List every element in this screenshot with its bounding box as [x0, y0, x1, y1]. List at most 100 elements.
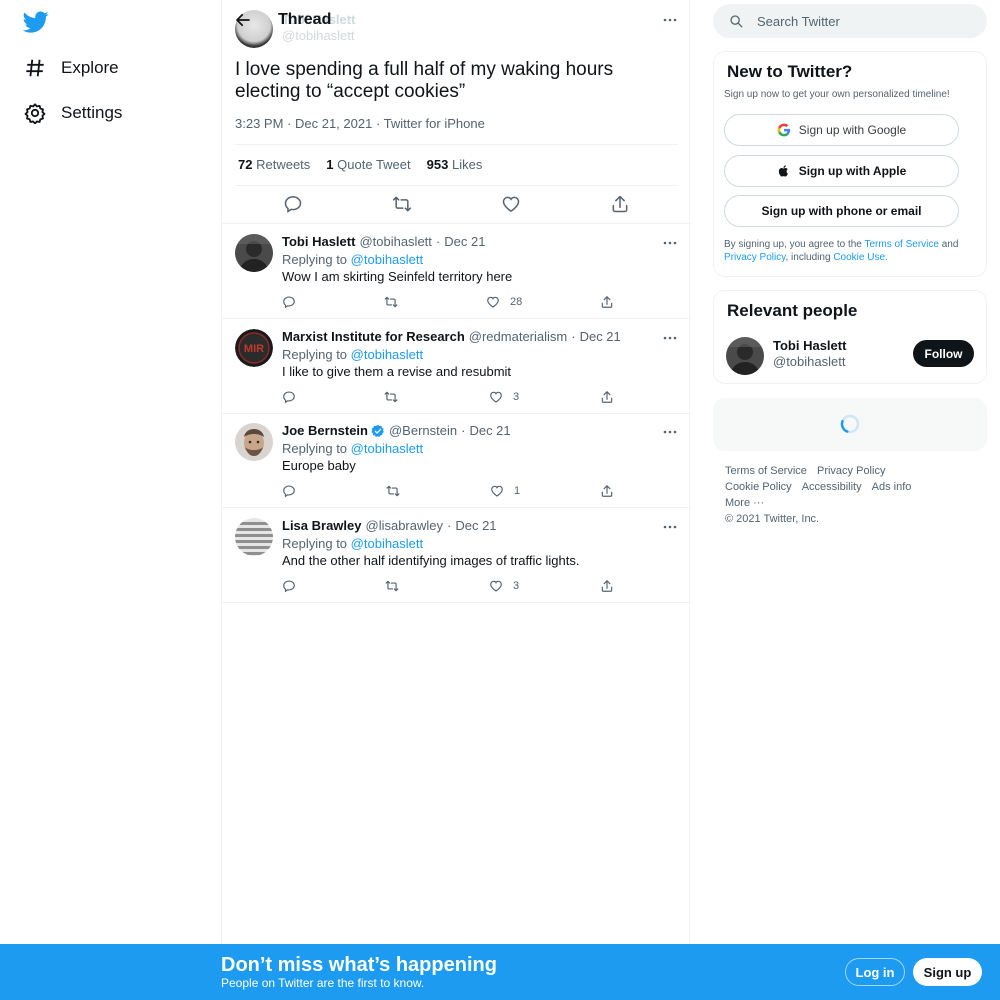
more-options-icon[interactable]	[662, 519, 678, 535]
bottom-bar-title: Don’t miss what’s happening	[221, 954, 497, 976]
signup-button[interactable]: Sign up	[913, 958, 982, 986]
reply-date[interactable]: Dec 21	[455, 518, 496, 533]
login-button[interactable]: Log in	[845, 958, 905, 986]
share-icon[interactable]	[600, 483, 614, 499]
like-icon[interactable]	[501, 194, 521, 214]
nav-explore[interactable]: Explore	[24, 53, 119, 83]
avatar[interactable]	[235, 234, 273, 272]
avatar[interactable]: MIR	[235, 329, 273, 367]
replying-to: Replying to @tobihaslett	[282, 347, 423, 362]
likes-count: 953	[426, 157, 449, 172]
retweet-icon[interactable]	[386, 483, 400, 499]
reply-date[interactable]: Dec 21	[580, 329, 621, 344]
quotes-stat[interactable]: 1 Quote Tweet	[326, 157, 410, 172]
separator-dot: ·	[571, 329, 576, 344]
reply-item[interactable]: Joe Bernstein @Bernstein · Dec 21 Replyi…	[222, 413, 691, 508]
footer-more-link[interactable]: More ···	[725, 495, 764, 511]
retweet-icon[interactable]	[392, 194, 412, 214]
nav-settings[interactable]: Settings	[24, 98, 122, 128]
reply-text: I like to give them a revise and resubmi…	[282, 364, 512, 379]
divider	[235, 185, 678, 186]
tweet-actions	[222, 194, 691, 216]
person-name[interactable]: Tobi Haslett	[773, 338, 846, 353]
footer-ads-link[interactable]: Ads info	[872, 479, 912, 495]
google-icon	[777, 123, 790, 137]
tweet-source[interactable]: Twitter for iPhone	[384, 116, 485, 131]
footer-cookie-link[interactable]: Cookie Policy	[725, 479, 792, 495]
replying-to: Replying to @tobihaslett	[282, 536, 423, 551]
reply-icon[interactable]	[282, 483, 296, 499]
right-sidebar: New to Twitter? Sign up now to get your …	[690, 0, 1000, 944]
like-button[interactable]: 3	[489, 389, 519, 405]
like-icon	[490, 391, 502, 403]
reply-icon[interactable]	[283, 194, 303, 214]
signup-google-button[interactable]: Sign up with Google	[724, 114, 959, 146]
reply-item[interactable]: Tobi Haslett @tobihaslett · Dec 21 Reply…	[222, 224, 691, 319]
twitter-logo-icon[interactable]	[23, 9, 49, 35]
privacy-link[interactable]: Privacy Policy	[724, 252, 786, 263]
reply-author-handle[interactable]: @tobihaslett	[359, 234, 431, 249]
retweet-icon[interactable]	[385, 578, 399, 594]
reply-author-handle[interactable]: @Bernstein	[389, 423, 457, 438]
nav-explore-label: Explore	[61, 58, 119, 77]
reply-author-name[interactable]: Joe Bernstein	[282, 423, 368, 438]
footer-accessibility-link[interactable]: Accessibility	[802, 479, 862, 495]
share-icon[interactable]	[600, 294, 614, 310]
retweets-stat[interactable]: 72 Retweets	[238, 157, 310, 172]
follow-button[interactable]: Follow	[913, 340, 974, 367]
reply-date[interactable]: Dec 21	[444, 234, 485, 249]
likes-stat[interactable]: 953 Likes	[427, 157, 483, 172]
quotes-label: Quote Tweet	[337, 157, 411, 172]
replying-to-link[interactable]: @tobihaslett	[351, 347, 423, 362]
more-options-icon[interactable]	[662, 330, 678, 346]
like-button[interactable]: 3	[489, 578, 519, 594]
reply-author-name[interactable]: Marxist Institute for Research	[282, 329, 465, 344]
like-button[interactable]: 28	[486, 294, 522, 310]
reply-icon[interactable]	[282, 294, 296, 310]
like-count: 28	[510, 296, 523, 308]
avatar[interactable]	[235, 518, 273, 556]
avatar[interactable]	[726, 337, 764, 375]
tweet-time[interactable]: 3:23 PM	[235, 116, 283, 131]
reply-author-handle[interactable]: @lisabrawley	[366, 518, 444, 533]
reply-icon[interactable]	[282, 389, 296, 405]
reply-icon[interactable]	[282, 578, 296, 594]
replying-to-link[interactable]: @tobihaslett	[351, 536, 423, 551]
footer-terms-link[interactable]: Terms of Service	[725, 463, 807, 479]
reply-author-name[interactable]: Tobi Haslett	[282, 234, 355, 249]
cookie-link[interactable]: Cookie Use.	[833, 252, 887, 263]
reply-author-handle[interactable]: @redmaterialism	[469, 329, 567, 344]
footer-privacy-link[interactable]: Privacy Policy	[817, 463, 885, 479]
replying-to-link[interactable]: @tobihaslett	[351, 252, 423, 267]
signup-phone-button[interactable]: Sign up with phone or email	[724, 195, 959, 227]
search-box[interactable]	[713, 4, 987, 38]
search-input[interactable]	[757, 4, 977, 38]
more-options-icon[interactable]	[662, 12, 678, 28]
reply-date[interactable]: Dec 21	[469, 423, 510, 438]
retweets-count: 72	[238, 157, 253, 172]
replying-to: Replying to @tobihaslett	[282, 252, 423, 267]
retweet-icon[interactable]	[384, 389, 398, 405]
more-options-icon[interactable]	[662, 424, 678, 440]
person-handle[interactable]: @tobihaslett	[773, 354, 845, 369]
replying-to-link[interactable]: @tobihaslett	[351, 441, 423, 456]
replying-to-label: Replying to	[282, 347, 348, 362]
retweet-icon[interactable]	[384, 294, 398, 310]
like-icon	[487, 296, 499, 308]
like-icon	[490, 580, 502, 592]
terms-link[interactable]: Terms of Service	[864, 239, 938, 250]
reply-item[interactable]: Lisa Brawley @lisabrawley · Dec 21 Reply…	[222, 508, 691, 603]
share-icon[interactable]	[600, 389, 614, 405]
more-options-icon[interactable]	[662, 235, 678, 251]
tweet-date[interactable]: Dec 21, 2021	[295, 116, 372, 131]
reply-author-name[interactable]: Lisa Brawley	[282, 518, 362, 533]
share-icon[interactable]	[600, 578, 614, 594]
reply-item[interactable]: MIR Marxist Institute for Research @redm…	[222, 319, 691, 414]
like-count: 1	[514, 485, 521, 497]
search-icon	[730, 15, 743, 28]
share-icon[interactable]	[610, 194, 630, 214]
signup-apple-button[interactable]: Sign up with Apple	[724, 155, 959, 187]
back-arrow-icon[interactable]	[234, 11, 252, 29]
like-button[interactable]: 1	[490, 483, 520, 499]
avatar[interactable]	[235, 423, 273, 461]
